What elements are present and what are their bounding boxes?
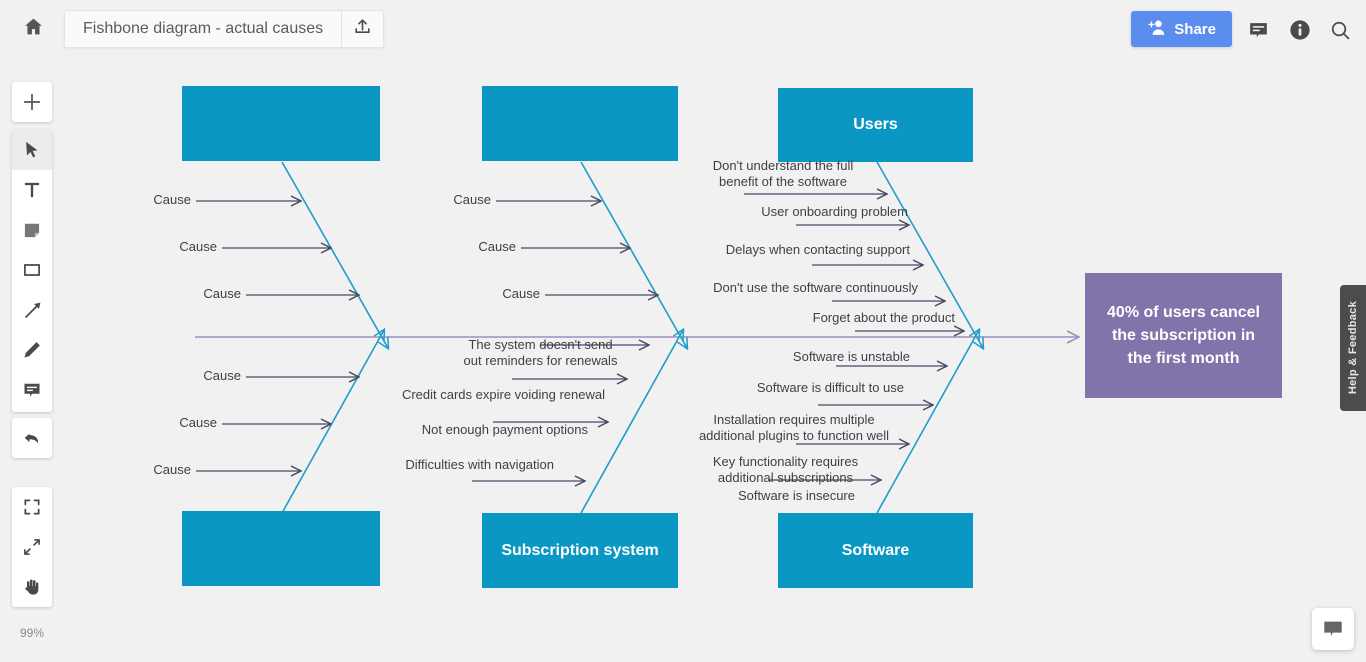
search-icon [1331,21,1349,39]
document-title-input[interactable]: Fishbone diagram - actual causes [65,11,341,47]
add-person-icon [1147,19,1166,40]
share-button-label: Share [1174,20,1216,38]
cause-arrows-bottom-left [196,377,358,471]
cause-arrows-top-left [196,201,358,295]
effect-box-label: 40% of users cancel the subscription in … [1107,303,1260,368]
category-box-bottom-left[interactable] [182,511,380,586]
chat-bubble-icon [1324,621,1342,636]
share-button[interactable]: Share [1131,11,1232,47]
cause-arrows-top-middle [496,201,657,295]
cause-arrows-subscription [472,345,648,481]
bone-top-left [281,161,388,348]
category-box-top-middle[interactable] [482,86,678,161]
cause-arrows-software [768,366,946,480]
home-icon [23,16,44,42]
cause-arrows-users [744,194,963,331]
category-box-users[interactable]: Users [778,88,973,162]
help-and-feedback-label: Help & Feedback [1347,301,1359,395]
info-icon [1290,20,1310,40]
chat-button[interactable] [1312,608,1354,650]
category-box-subscription-system[interactable]: Subscription system [482,513,678,588]
bone-bottom-software [876,330,979,514]
comments-button[interactable] [1246,18,1270,42]
category-title-users: Users [853,116,898,133]
category-title-subscription-system: Subscription system [501,541,659,559]
search-button[interactable] [1328,18,1352,42]
info-button[interactable] [1288,18,1312,42]
comment-icon [1249,22,1267,37]
category-box-software[interactable]: Software [778,513,973,588]
document-title-bar: Fishbone diagram - actual causes [64,10,385,48]
top-bar: Fishbone diagram - actual causes Share [0,0,1366,58]
bone-top-users [876,161,983,348]
diagram-canvas[interactable]: Users Subscription system Software 40% o… [0,58,1366,662]
export-button[interactable] [341,11,383,47]
category-title-software: Software [841,541,910,559]
effect-box[interactable]: 40% of users cancel the subscription in … [1085,273,1282,398]
export-icon [353,17,372,41]
bone-top-middle [580,161,687,348]
home-button[interactable] [16,12,50,46]
help-and-feedback-tab[interactable]: Help & Feedback [1340,285,1366,411]
bone-bottom-left [281,330,384,514]
category-box-top-left[interactable] [182,86,380,161]
